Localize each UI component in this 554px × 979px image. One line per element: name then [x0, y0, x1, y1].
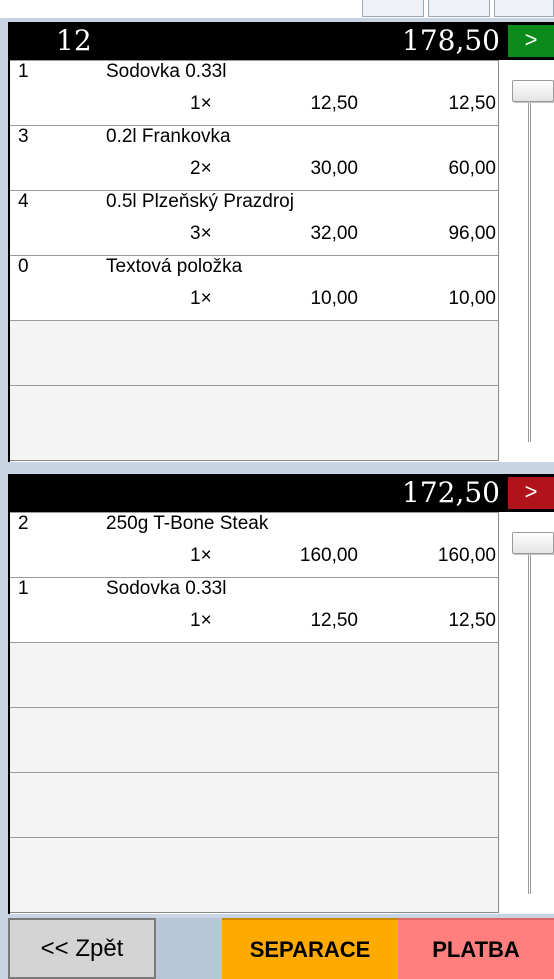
panel-total: 172,50	[402, 476, 500, 509]
item-quantity: 1×	[190, 610, 212, 631]
item-amount: 96,00	[448, 223, 496, 244]
item-quantity: 1×	[190, 93, 212, 114]
item-amount: 160,00	[437, 545, 496, 566]
list-item[interactable]: 2 250g T-Bone Steak 1× 160,00 160,00	[10, 512, 498, 577]
panel-header: 12 178,50 >	[10, 22, 554, 60]
item-index: 1	[18, 61, 29, 82]
item-list: 1 Sodovka 0.33l 1× 12,50 12,50 3 0.2l Fr…	[10, 60, 499, 461]
item-amount: 12,50	[448, 610, 496, 631]
item-list: 2 250g T-Bone Steak 1× 160,00 160,00 1 S…	[10, 512, 499, 913]
item-quantity: 2×	[190, 158, 212, 179]
item-index: 0	[18, 256, 29, 277]
go-button[interactable]: >	[508, 25, 554, 57]
panel-header: 172,50 >	[10, 474, 554, 512]
list-item[interactable]: 1 Sodovka 0.33l 1× 12,50 12,50	[10, 577, 498, 642]
item-name: 0.5l Plzeňský Prazdroj	[106, 191, 294, 212]
scroll-slider[interactable]	[504, 512, 554, 912]
empty-row[interactable]	[10, 837, 498, 912]
empty-row[interactable]	[10, 320, 498, 385]
item-index: 2	[18, 513, 29, 534]
panel-total: 178,50	[402, 24, 500, 57]
item-price: 10,00	[310, 288, 358, 309]
order-panel-2: 172,50 > 2 250g T-Bone Steak 1× 160,00 1…	[8, 474, 554, 914]
item-name: 0.2l Frankovka	[106, 126, 231, 147]
top-strip	[0, 0, 554, 18]
item-amount: 10,00	[448, 288, 496, 309]
list-item[interactable]: 4 0.5l Plzeňský Prazdroj 3× 32,00 96,00	[10, 190, 498, 255]
item-price: 12,50	[310, 610, 358, 631]
empty-row[interactable]	[10, 772, 498, 837]
empty-row[interactable]	[10, 385, 498, 460]
top-tab[interactable]	[494, 0, 554, 17]
item-quantity: 1×	[190, 288, 212, 309]
item-amount: 12,50	[448, 93, 496, 114]
item-index: 4	[18, 191, 29, 212]
item-name: 250g T-Bone Steak	[106, 513, 269, 534]
back-button[interactable]: << Zpět	[8, 918, 156, 979]
item-name: Sodovka 0.33l	[106, 578, 227, 599]
item-index: 1	[18, 578, 29, 599]
top-tab[interactable]	[362, 0, 424, 17]
empty-row[interactable]	[10, 707, 498, 772]
item-price: 32,00	[310, 223, 358, 244]
footer-bar: << Zpět SEPARACE PLATBA	[8, 918, 554, 979]
list-item[interactable]: 3 0.2l Frankovka 2× 30,00 60,00	[10, 125, 498, 190]
footer-spacer	[156, 918, 222, 979]
list-item[interactable]: 1 Sodovka 0.33l 1× 12,50 12,50	[10, 60, 498, 125]
go-button[interactable]: >	[508, 477, 554, 509]
item-amount: 60,00	[448, 158, 496, 179]
item-price: 12,50	[310, 93, 358, 114]
top-tab[interactable]	[428, 0, 490, 17]
item-index: 3	[18, 126, 29, 147]
scroll-slider[interactable]	[504, 60, 554, 460]
item-price: 160,00	[299, 545, 358, 566]
slider-thumb[interactable]	[512, 532, 554, 554]
separate-button[interactable]: SEPARACE	[222, 918, 398, 979]
item-quantity: 3×	[190, 223, 212, 244]
item-price: 30,00	[310, 158, 358, 179]
order-panel-1: 12 178,50 > 1 Sodovka 0.33l 1× 12,50 12,…	[8, 22, 554, 462]
pay-button[interactable]: PLATBA	[398, 918, 554, 979]
list-item[interactable]: 0 Textová položka 1× 10,00 10,00	[10, 255, 498, 320]
slider-thumb[interactable]	[512, 80, 554, 102]
slider-track	[528, 534, 531, 894]
item-quantity: 1×	[190, 545, 212, 566]
item-name: Sodovka 0.33l	[106, 61, 227, 82]
item-name: Textová položka	[106, 256, 243, 277]
table-number: 12	[56, 24, 92, 57]
empty-row[interactable]	[10, 642, 498, 707]
slider-track	[528, 82, 531, 442]
